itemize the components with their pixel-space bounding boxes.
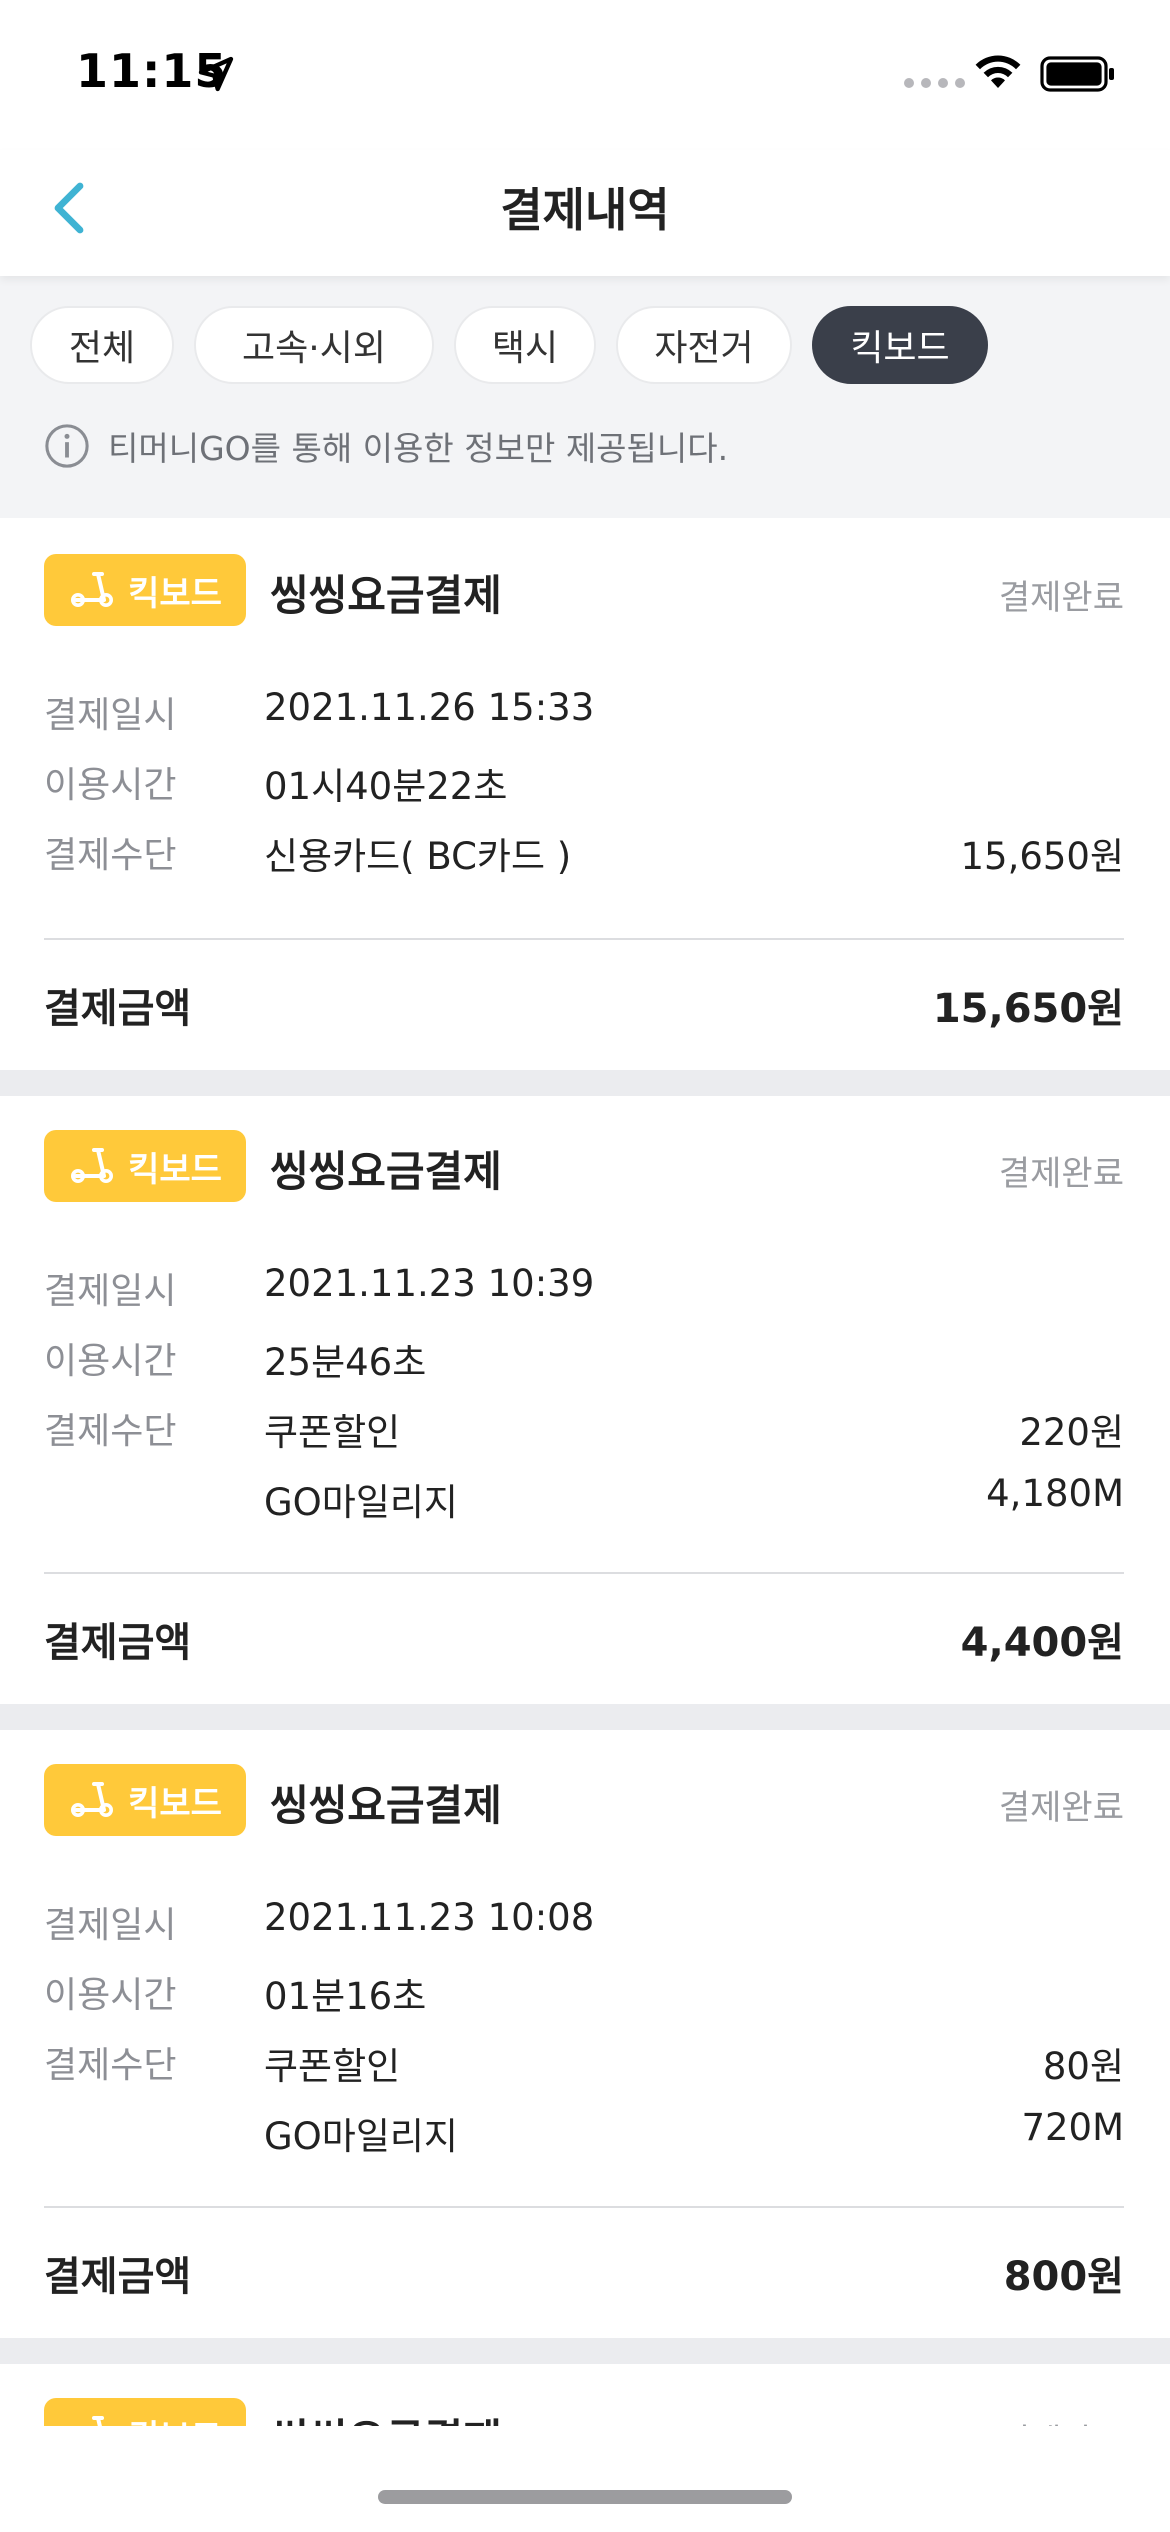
method-label: 결제수단 — [44, 2045, 177, 2086]
method-name: GO마일리지 — [264, 2115, 458, 2158]
divider — [44, 2206, 1124, 2208]
wifi-icon — [975, 55, 1021, 88]
category-badge: 킥보드 — [44, 554, 246, 626]
navigation-bar: 결제내역 — [0, 150, 1170, 276]
home-indicator[interactable] — [378, 2490, 792, 2504]
method-name: 쿠폰할인 — [264, 2045, 401, 2088]
payment-status: 결제완료 — [998, 1154, 1124, 1194]
filter-chip-bicycle[interactable]: 자전거 — [616, 306, 792, 384]
card-separator — [0, 1070, 1170, 1096]
card-separator — [0, 2338, 1170, 2364]
method-amount: 4,180M — [986, 1472, 1124, 1515]
filter-area: 전체 고속·시외 택시 자전거 킥보드 티머니GO를 통해 이용한 정보만 제공… — [0, 276, 1170, 518]
battery-icon — [1040, 56, 1114, 92]
total-amount: 15,650원 — [932, 986, 1124, 1032]
category-badge: 킥보드 — [44, 1764, 246, 1836]
badge-label: 킥보드 — [128, 1783, 222, 1824]
location-arrow-icon — [198, 56, 234, 92]
method-name: GO마일리지 — [264, 1481, 458, 1524]
total-label: 결제금액 — [44, 986, 192, 1032]
status-bar: 11:15 — [0, 0, 1170, 150]
divider — [44, 1572, 1124, 1574]
method-label: 결제수단 — [44, 1411, 177, 1452]
scooter-icon — [71, 1148, 114, 1183]
divider — [44, 938, 1124, 940]
date-value: 2021.11.23 10:39 — [264, 1262, 595, 1305]
total-label: 결제금액 — [44, 2254, 192, 2300]
date-label: 결제일시 — [44, 695, 177, 736]
info-icon — [45, 424, 89, 468]
payment-card[interactable]: 킥보드 씽씽요금결제 결제완료 결제일시 2021.11.23 10:39 이용… — [0, 1096, 1170, 1704]
method-amount: 720M — [1021, 2106, 1124, 2149]
category-badge: 킥보드 — [44, 1130, 246, 1202]
payment-status: 결제완료 — [998, 578, 1124, 618]
method-amount: 15,650원 — [960, 835, 1124, 878]
scooter-icon — [71, 1782, 114, 1817]
duration-label: 이용시간 — [44, 1341, 177, 1382]
duration-value: 01분16초 — [264, 1975, 427, 2018]
payment-card[interactable]: 킥보드 씽씽요금결제 결제완료 결제일시 2021.11.26 15:33 이용… — [0, 518, 1170, 1070]
cellular-signal-icon — [904, 78, 965, 88]
method-amount: 80원 — [1042, 2045, 1124, 2088]
duration-label: 이용시간 — [44, 1975, 177, 2016]
badge-label: 킥보드 — [128, 1149, 222, 1190]
duration-value: 01시40분22초 — [264, 765, 508, 808]
method-name: 쿠폰할인 — [264, 1411, 401, 1454]
notice-text: 티머니GO를 통해 이용한 정보만 제공됩니다. — [108, 429, 729, 468]
payment-status: 결제완료 — [998, 1788, 1124, 1828]
date-label: 결제일시 — [44, 1271, 177, 1312]
duration-label: 이용시간 — [44, 765, 177, 806]
total-amount: 4,400원 — [960, 1620, 1124, 1666]
bottom-safe-area — [0, 2426, 1170, 2532]
payment-title: 씽씽요금결제 — [270, 1781, 502, 1830]
scooter-icon — [71, 572, 114, 607]
notice: 티머니GO를 통해 이용한 정보만 제공됩니다. — [44, 422, 728, 470]
method-amount: 220원 — [1019, 1411, 1124, 1454]
duration-value: 25분46초 — [264, 1341, 427, 1384]
total-amount: 800원 — [1003, 2254, 1124, 2300]
date-label: 결제일시 — [44, 1905, 177, 1946]
date-value: 2021.11.26 15:33 — [264, 686, 595, 729]
filter-chip-taxi[interactable]: 택시 — [454, 306, 596, 384]
filter-chips: 전체 고속·시외 택시 자전거 킥보드 — [30, 306, 988, 384]
badge-label: 킥보드 — [128, 573, 222, 614]
date-value: 2021.11.23 10:08 — [264, 1896, 595, 1939]
total-label: 결제금액 — [44, 1620, 192, 1666]
filter-chip-bus[interactable]: 고속·시외 — [194, 306, 434, 384]
payment-title: 씽씽요금결제 — [270, 571, 502, 620]
card-separator — [0, 1704, 1170, 1730]
payment-title: 씽씽요금결제 — [270, 1147, 502, 1196]
method-name: 신용카드( BC카드 ) — [264, 835, 572, 878]
filter-chip-kickboard[interactable]: 킥보드 — [812, 306, 988, 384]
page-title: 결제내역 — [500, 183, 670, 237]
payment-card[interactable]: 킥보드 씽씽요금결제 결제완료 결제일시 2021.11.23 10:08 이용… — [0, 1730, 1170, 2338]
method-label: 결제수단 — [44, 835, 177, 876]
filter-chip-all[interactable]: 전체 — [30, 306, 174, 384]
